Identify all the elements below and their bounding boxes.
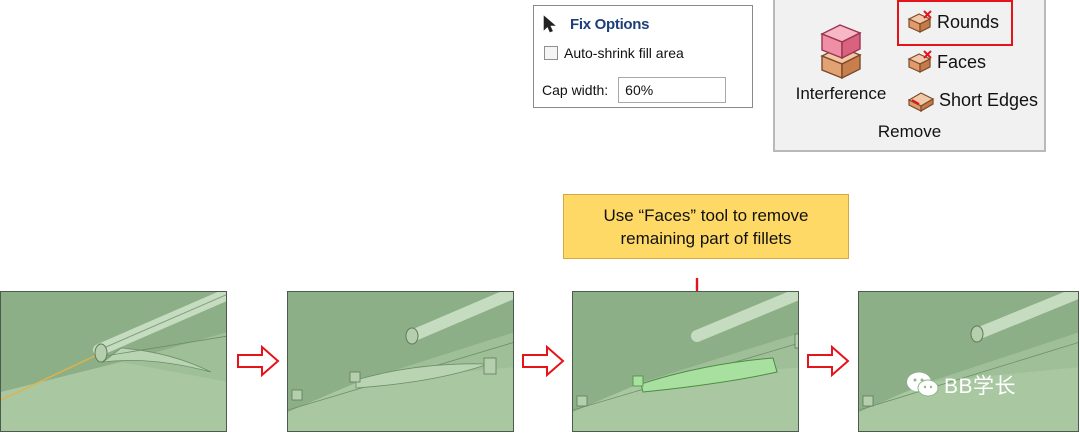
short-edges-label: Short Edges [939,89,1039,110]
watermark-text: BB学长 [944,375,1017,398]
cap-width-label: Cap width: [542,82,609,98]
select-cursor-icon [542,15,558,33]
rounds-icon [907,10,932,33]
rounds-label: Rounds [937,11,1000,32]
model-view-step-2 [287,291,514,432]
auto-shrink-checkbox[interactable] [544,46,558,60]
model-view-step-1 [0,291,227,432]
fix-options-title: Fix Options [570,15,650,33]
cap-width-row: Cap width: 60% [542,77,727,103]
faces-icon [907,50,932,73]
faces-label: Faces [937,51,987,72]
auto-shrink-row[interactable]: Auto-shrink fill area [544,45,684,61]
faces-tool-callout: Use “Faces” tool to remove remaining par… [563,194,849,259]
callout-line-1: Use “Faces” tool to remove [603,206,809,225]
remove-group-label: Remove [877,122,942,141]
step-arrow-icon-1 [237,345,280,377]
interference-label: Interference [795,84,887,103]
interference-button[interactable]: Interference [789,22,893,104]
short-edges-icon [907,92,935,112]
cap-width-input[interactable]: 60% [618,77,727,103]
fix-options-panel: Fix Options Auto-shrink fill area Cap wi… [533,5,753,108]
fix-options-header: Fix Options [542,14,650,34]
wechat-icon [907,372,939,397]
model-view-step-3 [572,291,799,432]
watermark: BB学长 [906,370,1016,400]
step-arrow-icon-3 [807,345,850,377]
step-arrow-icon-2 [522,345,565,377]
model-view-step-4 [858,291,1079,432]
remove-ribbon-group: Interference Rounds Faces Short Edges Re… [773,0,1046,152]
auto-shrink-label: Auto-shrink fill area [564,45,684,61]
rounds-button[interactable]: Rounds [906,10,999,34]
faces-button[interactable]: Faces [906,50,986,74]
interference-icon [820,24,862,80]
short-edges-button[interactable]: Short Edges [906,88,1038,112]
callout-line-2: remaining part of fillets [620,229,792,248]
